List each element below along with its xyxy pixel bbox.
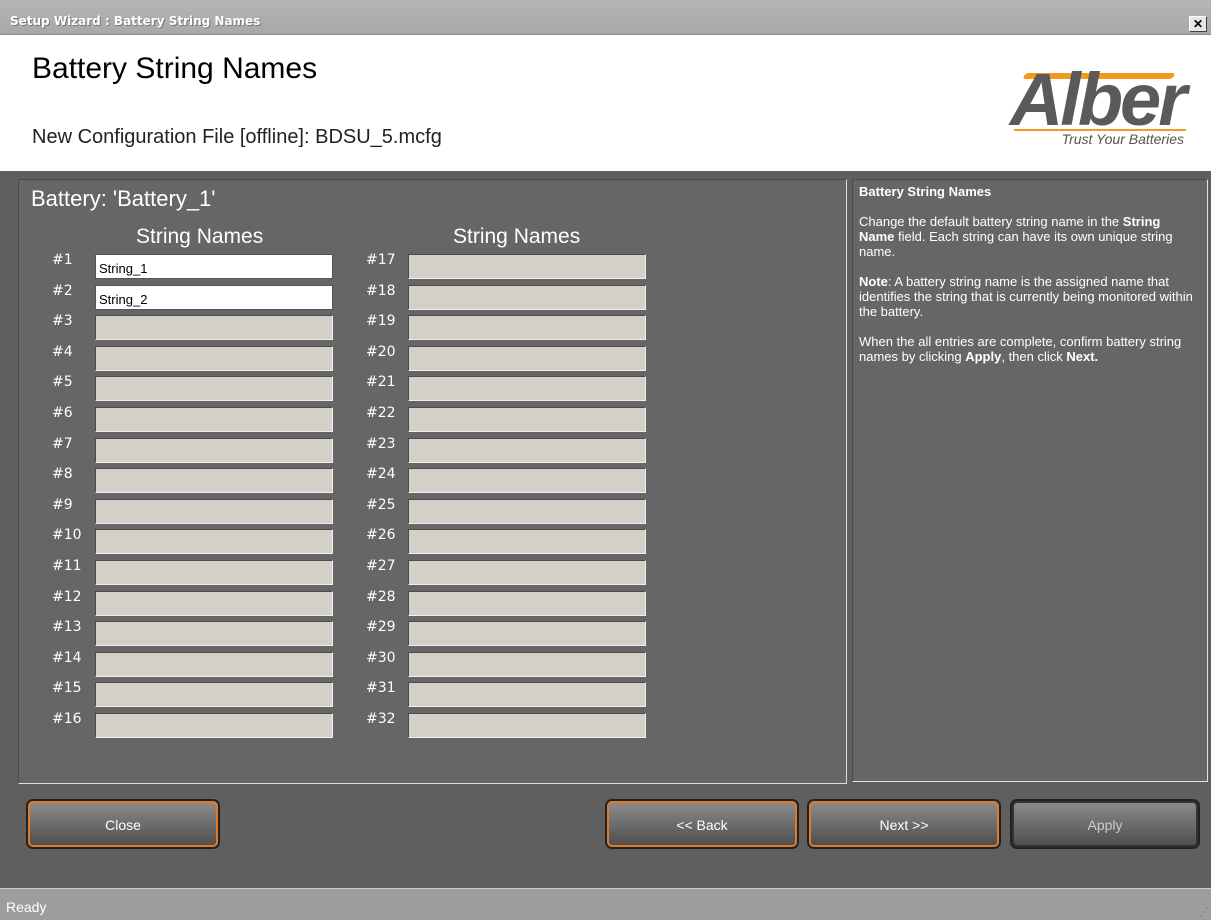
string-number-label: #12 xyxy=(52,588,82,605)
string-number-label: #22 xyxy=(366,405,396,421)
string-number-label: #25 xyxy=(366,496,396,513)
help-paragraph-2: Note: A battery string name is the assig… xyxy=(859,274,1199,319)
help-title: Battery String Names xyxy=(859,184,992,199)
page-title: Battery String Names xyxy=(32,52,318,85)
string-name-field[interactable] xyxy=(95,376,333,402)
string-number-label: #24 xyxy=(366,466,396,483)
string-number-label: #15 xyxy=(52,680,82,697)
string-number-label: #7 xyxy=(52,435,73,452)
string-name-field[interactable] xyxy=(95,621,333,647)
string-number-label: #27 xyxy=(366,558,396,574)
column-header-left: String Names xyxy=(136,225,264,248)
wizard-body: Battery: 'Battery_1' String Names String… xyxy=(0,171,1211,920)
string-name-field[interactable] xyxy=(408,590,646,616)
string-name-field[interactable] xyxy=(408,468,646,494)
string-number-label: #2 xyxy=(52,282,73,299)
column-header-right: String Names xyxy=(453,225,581,248)
string-name-field[interactable] xyxy=(95,345,333,371)
apply-button[interactable]: Apply xyxy=(1012,801,1198,847)
battery-title: Battery: 'Battery_1' xyxy=(31,186,216,211)
string-name-field[interactable] xyxy=(95,407,333,432)
string-name-field[interactable] xyxy=(408,682,646,708)
string-name-field[interactable] xyxy=(408,437,646,463)
help-paragraph-1: Change the default battery string name i… xyxy=(859,214,1199,259)
string-number-label: #21 xyxy=(366,374,396,391)
string-name-field[interactable] xyxy=(95,498,333,524)
close-icon: ✕ xyxy=(1192,17,1204,31)
string-number-label: #23 xyxy=(366,435,396,452)
help-bold-text: Note xyxy=(859,274,888,289)
window-title: Setup Wizard : Battery String Names xyxy=(10,14,261,28)
string-number-label: #5 xyxy=(52,374,73,391)
alber-logo: Alber Trust Your Batteries xyxy=(984,58,1198,148)
window-titlebar: Setup Wizard : Battery String Names ✕ xyxy=(0,0,1211,35)
help-text: field. Each string can have its own uniq… xyxy=(859,229,1173,259)
string-number-label: #32 xyxy=(366,711,396,727)
string-number-label: #8 xyxy=(52,466,73,483)
string-name-field[interactable] xyxy=(408,376,646,402)
string-name-field[interactable]: String_2 xyxy=(95,284,333,310)
string-name-field[interactable] xyxy=(408,498,646,524)
close-button[interactable]: Close xyxy=(28,801,218,847)
string-name-field[interactable] xyxy=(95,682,333,708)
help-bold-text: Next. xyxy=(1066,349,1099,364)
logo-tagline: Trust Your Batteries xyxy=(1061,131,1184,147)
string-number-label: #4 xyxy=(52,343,73,360)
logo-wordmark: Alber xyxy=(1009,58,1187,141)
help-text: Change the default battery string name i… xyxy=(859,214,1123,229)
string-name-field[interactable] xyxy=(408,713,646,738)
string-number-label: #19 xyxy=(366,313,396,330)
string-name-field[interactable] xyxy=(95,315,333,341)
string-number-label: #18 xyxy=(366,282,396,299)
string-name-field[interactable] xyxy=(95,529,333,555)
string-number-label: #3 xyxy=(52,313,73,330)
string-number-label: #26 xyxy=(366,527,396,544)
resize-grip-icon[interactable]: ⋰ xyxy=(1199,907,1209,918)
string-name-field[interactable] xyxy=(408,315,646,341)
help-bold-text: Apply xyxy=(965,349,1002,364)
string-name-field[interactable] xyxy=(408,284,646,310)
string-name-field[interactable] xyxy=(408,651,646,677)
string-name-field[interactable] xyxy=(95,713,333,738)
string-name-field[interactable]: String_1 xyxy=(95,254,333,279)
status-bar: Ready ⋰ xyxy=(0,888,1211,920)
string-name-field[interactable] xyxy=(408,254,646,279)
string-name-field[interactable] xyxy=(408,345,646,371)
next-button[interactable]: Next >> xyxy=(809,801,999,847)
status-text: Ready xyxy=(6,899,47,915)
string-name-field[interactable] xyxy=(408,560,646,585)
string-name-field[interactable] xyxy=(95,651,333,677)
string-name-field[interactable] xyxy=(95,560,333,585)
string-number-label: #13 xyxy=(52,619,82,636)
string-name-field[interactable] xyxy=(408,621,646,647)
string-number-label: #10 xyxy=(52,527,82,544)
string-number-label: #29 xyxy=(366,619,396,636)
page-header: Battery String Names New Configuration F… xyxy=(0,35,1211,171)
string-names-panel: Battery: 'Battery_1' String Names String… xyxy=(18,179,847,784)
string-number-label: #11 xyxy=(52,558,82,574)
string-name-field[interactable] xyxy=(95,590,333,616)
string-number-label: #14 xyxy=(52,649,82,666)
back-button[interactable]: << Back xyxy=(607,801,797,847)
help-panel: Battery String Names Change the default … xyxy=(852,179,1208,782)
help-text: , then click xyxy=(1001,349,1067,364)
string-name-field[interactable] xyxy=(408,529,646,555)
string-number-label: #9 xyxy=(52,496,73,513)
string-name-field[interactable] xyxy=(95,437,333,463)
string-number-label: #28 xyxy=(366,588,396,605)
string-name-field[interactable] xyxy=(408,407,646,432)
string-name-field[interactable] xyxy=(95,468,333,494)
string-number-label: #31 xyxy=(366,680,396,697)
string-number-label: #17 xyxy=(366,252,396,268)
help-paragraph-3: When the all entries are complete, confi… xyxy=(859,334,1199,364)
config-file-subtitle: New Configuration File [offline]: BDSU_5… xyxy=(32,126,442,148)
string-number-label: #6 xyxy=(52,405,73,421)
help-text: : A battery string name is the assigned … xyxy=(859,274,1193,319)
string-number-label: #20 xyxy=(366,343,396,360)
string-number-label: #16 xyxy=(52,711,82,727)
string-number-label: #1 xyxy=(52,252,73,268)
window-close-button[interactable]: ✕ xyxy=(1189,16,1207,32)
string-number-label: #30 xyxy=(366,649,396,666)
